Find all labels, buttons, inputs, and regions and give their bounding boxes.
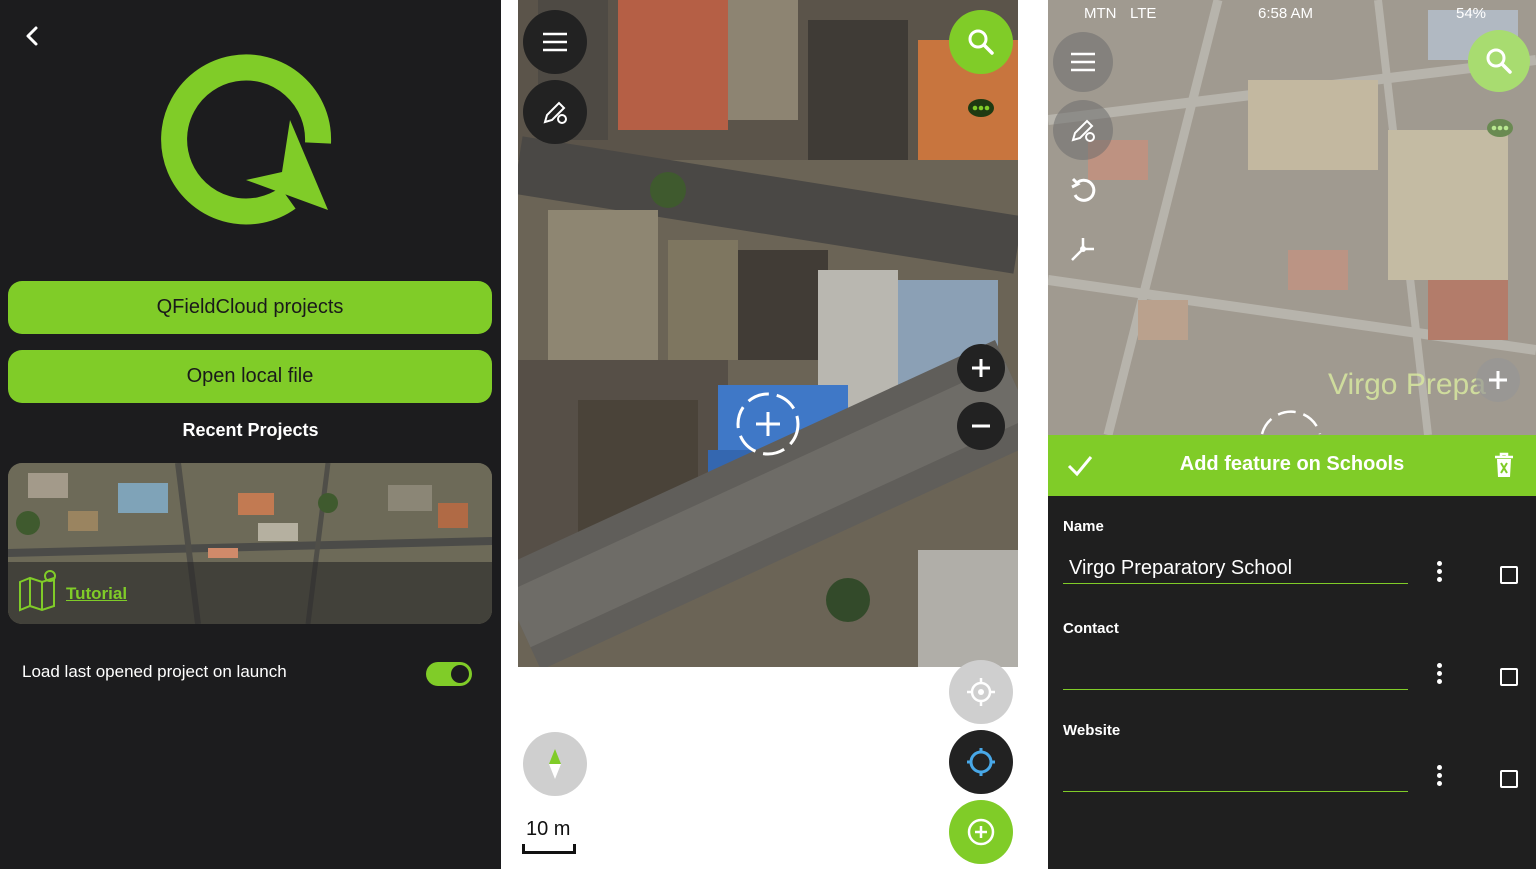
trash-icon[interactable]: [1492, 451, 1516, 479]
panel-divider: [501, 0, 518, 869]
name-field[interactable]: [1063, 554, 1408, 584]
more-icon[interactable]: [1486, 118, 1514, 138]
add-icon: [967, 818, 995, 846]
back-icon[interactable]: [20, 22, 44, 50]
digitize-settings-button[interactable]: [523, 80, 587, 144]
load-last-project-label: Load last opened project on launch: [22, 662, 287, 681]
recent-project-name[interactable]: Tutorial: [66, 584, 127, 604]
search-button[interactable]: [1468, 30, 1530, 92]
contact-field-menu-icon[interactable]: [1432, 661, 1446, 691]
website-field-label: Website: [1063, 722, 1121, 739]
website-field-menu-icon[interactable]: [1432, 763, 1446, 793]
search-button[interactable]: [949, 10, 1013, 74]
search-icon: [968, 29, 994, 55]
compass-icon: [549, 749, 561, 779]
launcher-screen: QFieldCloud projects Open local file Rec…: [0, 0, 501, 869]
search-icon: [1486, 48, 1512, 74]
map-feature-label: Virgo Prepa: [1328, 368, 1486, 401]
name-field-checkbox[interactable]: [1500, 566, 1518, 584]
add-feature-button[interactable]: [949, 800, 1013, 864]
snapping-icon: [1071, 238, 1094, 261]
digitize-settings-icon: [1071, 119, 1095, 142]
satellite-map[interactable]: [518, 0, 1018, 667]
menu-button[interactable]: [1053, 32, 1113, 92]
recent-project-card[interactable]: Tutorial: [8, 463, 492, 624]
zoom-in-button[interactable]: [1476, 358, 1520, 402]
website-field-checkbox[interactable]: [1500, 770, 1518, 788]
qfield-logo: [160, 48, 340, 228]
load-last-project-toggle[interactable]: [426, 662, 472, 686]
contact-field-checkbox[interactable]: [1500, 668, 1518, 686]
feature-form-screen: MTN LTE 6:58 AM 54% Virgo Prepa Add feat…: [1048, 0, 1536, 869]
digitize-settings-button[interactable]: [1053, 100, 1113, 160]
website-field[interactable]: [1063, 762, 1408, 792]
menu-icon: [543, 32, 567, 52]
zoom-in-icon: [972, 359, 990, 377]
locate-button[interactable]: [949, 730, 1013, 794]
locate-icon: [967, 748, 995, 776]
contact-field-label: Contact: [1063, 620, 1119, 637]
recent-projects-heading: Recent Projects: [182, 420, 319, 440]
digitize-settings-icon: [543, 101, 567, 124]
carrier-label: MTN: [1084, 5, 1117, 22]
zoom-in-icon: [1489, 371, 1507, 389]
zoom-in-button[interactable]: [957, 344, 1005, 392]
open-local-file-button[interactable]: Open local file: [8, 350, 492, 403]
scale-label: 10 m: [526, 818, 571, 840]
clock: 6:58 AM: [1258, 5, 1314, 22]
compass-button[interactable]: [523, 732, 587, 796]
form-title: Add feature on Schools: [1179, 453, 1405, 475]
gps-button[interactable]: [949, 660, 1013, 724]
undo-icon: [1071, 177, 1096, 202]
form-header: Add feature on Schools: [1048, 435, 1536, 496]
more-icon[interactable]: [967, 98, 995, 118]
toggle-knob: [451, 665, 469, 683]
undo-button[interactable]: [1060, 168, 1106, 214]
network-label: LTE: [1130, 5, 1157, 22]
contact-field[interactable]: [1063, 660, 1408, 690]
zoom-out-button[interactable]: [957, 402, 1005, 450]
scale-bar: [522, 844, 576, 854]
snapping-button[interactable]: [1060, 226, 1106, 272]
battery-label: 54%: [1456, 5, 1487, 22]
crosshair-icon: [734, 390, 802, 458]
qfieldcloud-projects-button[interactable]: QFieldCloud projects: [8, 281, 492, 334]
form-body: Name Contact Website: [1048, 496, 1536, 869]
name-field-label: Name: [1063, 518, 1104, 535]
crosshair-icon: [1258, 400, 1324, 435]
menu-button[interactable]: [523, 10, 587, 74]
status-bar: MTN LTE 6:58 AM 54%: [1048, 0, 1536, 28]
panel-divider: [1018, 0, 1048, 869]
menu-icon: [1071, 52, 1095, 72]
gps-icon: [967, 678, 995, 706]
zoom-out-icon: [972, 424, 990, 428]
map-screen: 10 m: [518, 0, 1018, 869]
name-field-menu-icon[interactable]: [1432, 559, 1446, 589]
map-icon: [16, 568, 60, 612]
